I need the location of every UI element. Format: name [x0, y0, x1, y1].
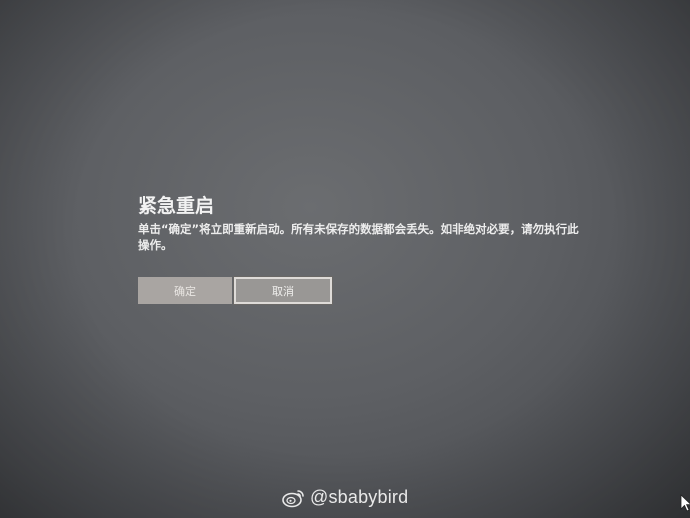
- emergency-restart-dialog: 紧急重启 单击“确定”将立即重新启动。所有未保存的数据都会丢失。如非绝对必要，请…: [138, 194, 588, 253]
- weibo-icon: [282, 488, 306, 508]
- dialog-buttons: 确定 取消: [138, 276, 333, 305]
- weibo-watermark: @sbabybird: [282, 487, 408, 508]
- dialog-message: 单击“确定”将立即重新启动。所有未保存的数据都会丢失。如非绝对必要，请勿执行此操…: [138, 222, 579, 252]
- watermark-text: @sbabybird: [310, 487, 409, 507]
- mouse-pointer-icon: [680, 494, 690, 512]
- dialog-title: 紧急重启: [138, 195, 215, 217]
- screen-background: [0, 0, 690, 518]
- ok-button[interactable]: 确定: [138, 277, 232, 304]
- cancel-button[interactable]: 取消: [233, 276, 333, 305]
